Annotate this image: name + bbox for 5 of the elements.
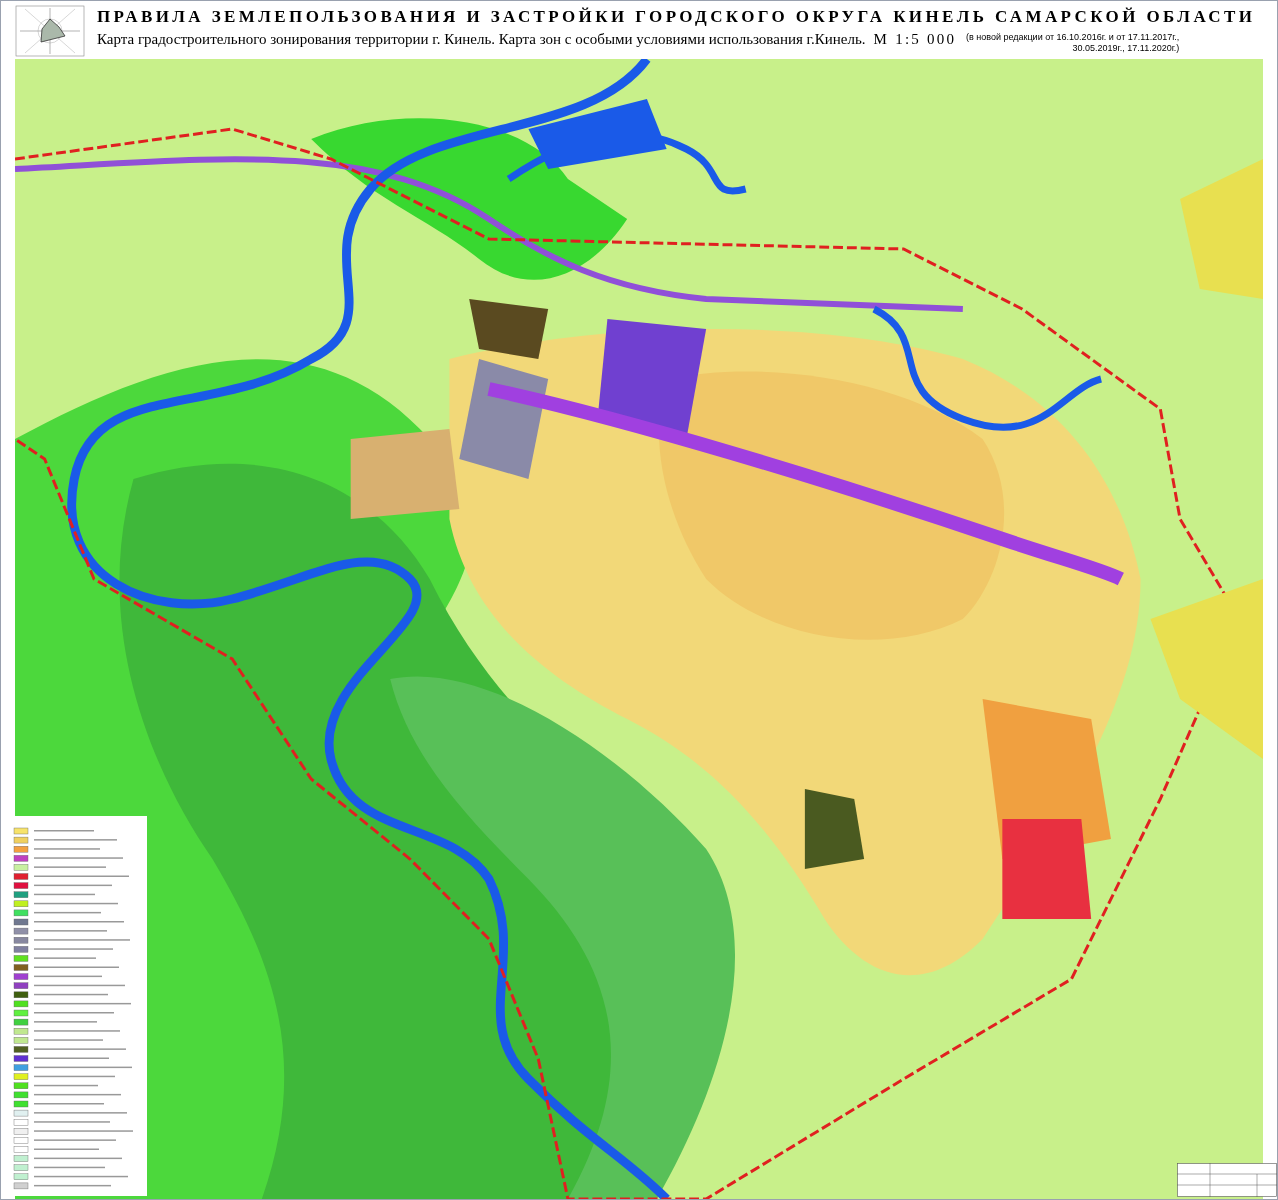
map-scale: М 1:5 000 xyxy=(873,30,957,49)
edition-note: (в новой редакции от 16.10.2016г. и от 17.11.2017г., 30.05.2019г., 17.11.2020г.) xyxy=(965,32,1180,54)
map-subtitle: Карта градостроительного зонирования территории г. Кинель. Карта зон с особыми условиями использования г.Кинель. xyxy=(97,30,866,49)
compass-rose-icon xyxy=(15,5,85,57)
map-title: ПРАВИЛА ЗЕМЛЕПОЛЬЗОВАНИЯ И ЗАСТРОЙКИ ГОРОДСКОГО ОКРУГА КИНЕЛЬ САМАРСКОЙ ОБЛАСТИ xyxy=(96,6,1256,28)
